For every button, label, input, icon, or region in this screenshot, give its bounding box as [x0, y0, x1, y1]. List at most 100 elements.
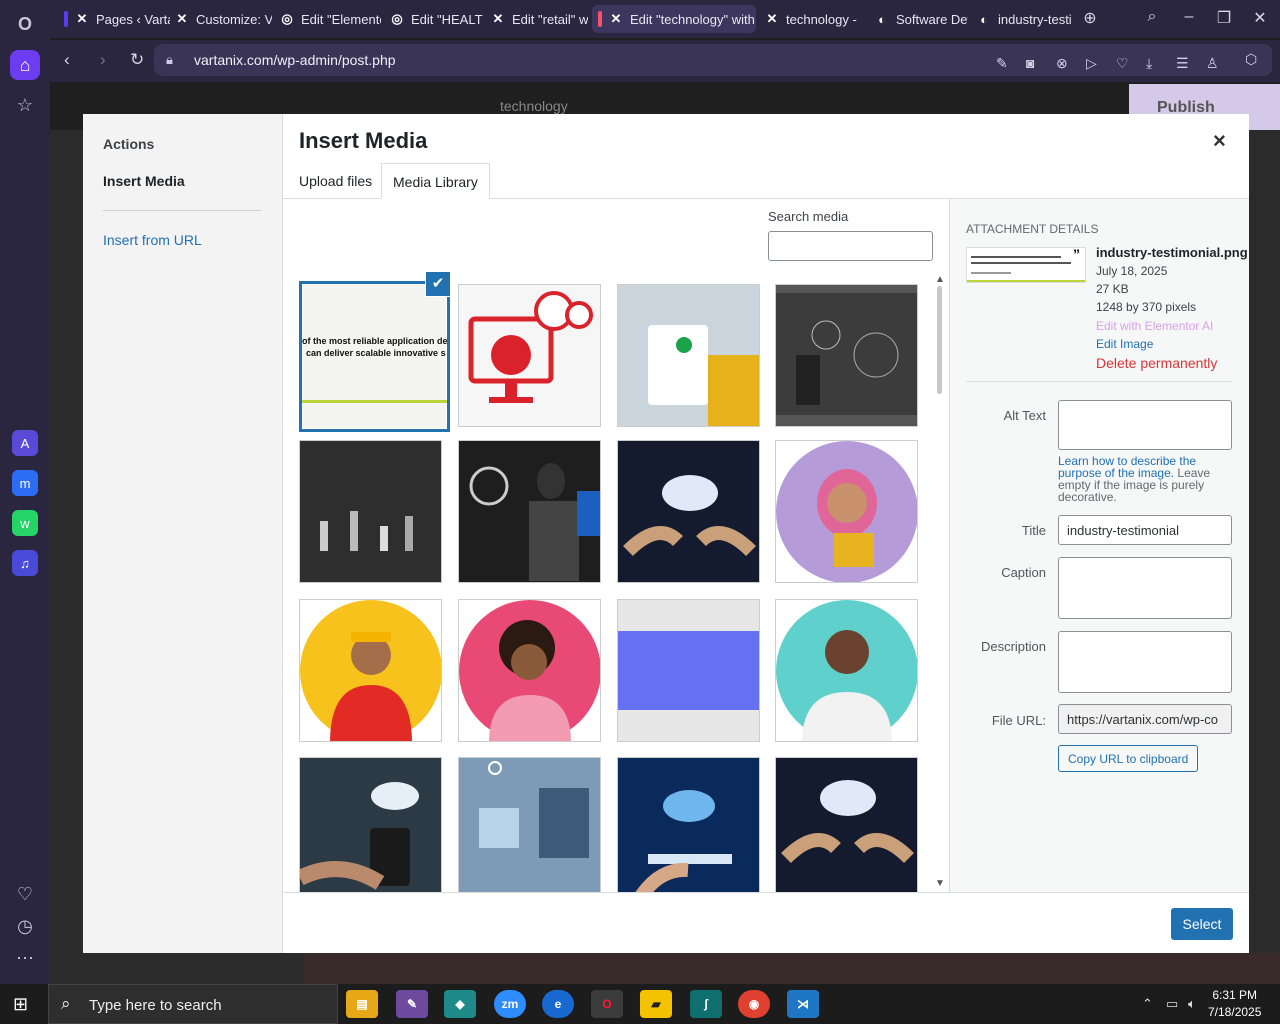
aria-icon[interactable]: A — [12, 430, 38, 456]
volume-icon[interactable]: 🔈︎ — [1188, 996, 1196, 1012]
media-item[interactable] — [458, 440, 601, 583]
system-clock[interactable]: 6:31 PM 7/18/2025 — [1208, 987, 1261, 1021]
send-icon[interactable]: ▷ — [1086, 55, 1097, 72]
minimize-icon[interactable]: – — [1177, 8, 1201, 26]
media-item[interactable] — [775, 599, 918, 742]
tab-technology[interactable]: ✕ technology - — [758, 5, 858, 33]
insert-from-url-link[interactable]: Insert from URL — [103, 232, 202, 248]
messenger-icon[interactable]: m — [12, 470, 38, 496]
media-item[interactable] — [299, 440, 442, 583]
file-url-field[interactable]: https://vartanix.com/wp-co — [1058, 704, 1232, 734]
media-item[interactable] — [775, 440, 918, 583]
media-grid-scrollbar[interactable]: ▲ ▼ — [935, 274, 945, 894]
heart-icon[interactable]: ♡ — [1116, 55, 1129, 72]
tab-pages[interactable]: ✕ Pages ‹ Vartan — [58, 5, 170, 33]
profile-icon[interactable]: ♙ — [1206, 55, 1219, 72]
tab-upload-files[interactable]: Upload files — [288, 163, 383, 199]
block-icon[interactable]: ⊗ — [1056, 55, 1068, 72]
media-grid: of the most reliable application de can … — [299, 281, 919, 892]
caption-field[interactable] — [1058, 557, 1232, 619]
home-icon[interactable]: ⌂ — [10, 50, 40, 80]
reload-icon[interactable]: ↻ — [130, 50, 144, 70]
search-label: Search media — [768, 209, 849, 224]
delete-permanently-link[interactable]: Delete permanently — [1096, 355, 1217, 371]
edit-image-link[interactable]: Edit Image — [1096, 337, 1153, 351]
forward-icon[interactable]: › — [100, 50, 106, 70]
thumb-line — [302, 400, 447, 403]
media-item[interactable] — [775, 757, 918, 892]
media-item[interactable] — [299, 599, 442, 742]
alt-text-field[interactable] — [1058, 400, 1232, 450]
paint-icon[interactable]: ✎ — [396, 990, 428, 1018]
tab-edit-retail[interactable]: ✕ Edit "retail" w — [484, 5, 588, 33]
more-icon[interactable]: ⋯ — [10, 943, 40, 973]
media-item[interactable] — [458, 284, 601, 427]
extensions-icon[interactable]: ⬡ — [1245, 51, 1257, 68]
scroll-up-icon[interactable]: ▲ — [935, 274, 945, 285]
title-field[interactable]: industry-testimonial — [1058, 515, 1232, 545]
tab-software-dev[interactable]: ◐ Software Dev — [868, 5, 968, 33]
music-icon[interactable]: ♫ — [12, 550, 38, 576]
media-item[interactable] — [299, 757, 442, 892]
media-item[interactable] — [617, 757, 760, 892]
url-bar[interactable]: 🔒︎ vartanix.com/wp-admin/post.php ✎ ◙ ⊗ … — [154, 44, 1272, 76]
tab-edit-health[interactable]: ◎ Edit "HEALTH — [383, 5, 483, 33]
opera-taskbar-icon[interactable]: O — [591, 990, 623, 1018]
network-icon[interactable]: ▭ — [1166, 996, 1178, 1012]
media-item[interactable] — [775, 284, 918, 427]
maximize-icon[interactable]: ❐ — [1212, 8, 1236, 28]
close-icon[interactable]: × — [1213, 128, 1226, 154]
description-field[interactable] — [1058, 631, 1232, 693]
opera-logo-icon[interactable]: O — [10, 9, 40, 39]
back-icon[interactable]: ‹ — [64, 50, 70, 70]
modal-tabs: Upload files Media Library — [283, 163, 1249, 199]
media-item[interactable]: of the most reliable application de can … — [299, 281, 450, 432]
taskbar-search[interactable]: ⌕ Type here to search — [48, 984, 338, 1024]
close-window-icon[interactable]: ✕ — [1248, 8, 1272, 28]
search-input[interactable] — [768, 231, 933, 261]
media-item[interactable] — [617, 284, 760, 427]
tab-media-library[interactable]: Media Library — [381, 163, 490, 199]
tab-industry-testimonial[interactable]: ◐ industry-testi — [970, 5, 1076, 33]
scroll-down-icon[interactable]: ▼ — [935, 878, 945, 889]
tab-customize[interactable]: ✕ Customize: Va — [168, 5, 272, 33]
elementor-favicon-icon: ✕ — [610, 11, 622, 26]
vscode-icon[interactable]: ⋊ — [787, 990, 819, 1018]
file-explorer-icon[interactable]: ▤ — [346, 990, 378, 1018]
doc-title[interactable]: technology — [500, 98, 568, 114]
new-tab-icon[interactable]: ⊕ — [1078, 8, 1102, 28]
copy-url-button[interactable]: Copy URL to clipboard — [1058, 745, 1199, 772]
insert-media-menu-item[interactable]: Insert Media — [103, 173, 185, 189]
menu-icon[interactable]: ☰ — [1176, 55, 1189, 72]
windows-start-icon[interactable]: ⊞ — [13, 994, 28, 1015]
script-app-icon[interactable]: ʃ — [690, 990, 722, 1018]
history-icon[interactable]: ◷ — [10, 911, 40, 941]
cloud-monitor-image — [468, 291, 593, 403]
select-button[interactable]: Select — [1171, 908, 1233, 940]
sticky-notes-icon[interactable]: ▰ — [640, 990, 672, 1018]
edge-icon[interactable]: e — [542, 990, 574, 1018]
tab-edit-elementor[interactable]: ◎ Edit "Elemento — [273, 5, 381, 33]
media-item[interactable] — [458, 599, 601, 742]
scrollbar-thumb[interactable] — [937, 286, 942, 394]
site-favicon-icon: ◐ — [878, 11, 886, 27]
tray-chevron-icon[interactable]: ⌃ — [1142, 996, 1153, 1012]
download-icon[interactable]: ⤓ — [1146, 55, 1152, 72]
app-icon[interactable]: ◆ — [444, 990, 476, 1018]
edit-with-elementor-ai-link[interactable]: Edit with Elementor AI — [1096, 319, 1213, 333]
heart-icon[interactable]: ♡ — [10, 879, 40, 909]
attachment-dimensions: 1248 by 370 pixels — [1096, 300, 1197, 314]
selected-checkmark-icon[interactable]: ✔ — [425, 271, 451, 297]
whatsapp-icon[interactable]: w — [12, 510, 38, 536]
alt-text-label: Alt Text — [1003, 408, 1046, 423]
tab-edit-technology[interactable]: ✕ Edit "technology" with — [592, 5, 756, 33]
media-item[interactable] — [458, 757, 601, 892]
chrome-icon[interactable]: ◉ — [738, 990, 770, 1018]
edit-icon[interactable]: ✎ — [996, 55, 1008, 72]
camera-icon[interactable]: ◙ — [1026, 55, 1034, 71]
star-icon[interactable]: ☆ — [10, 90, 40, 120]
zoom-icon[interactable]: zm — [494, 990, 526, 1018]
media-item[interactable] — [617, 599, 760, 742]
media-item[interactable] — [617, 440, 760, 583]
tab-search-icon[interactable]: ⌕ — [1140, 8, 1164, 26]
